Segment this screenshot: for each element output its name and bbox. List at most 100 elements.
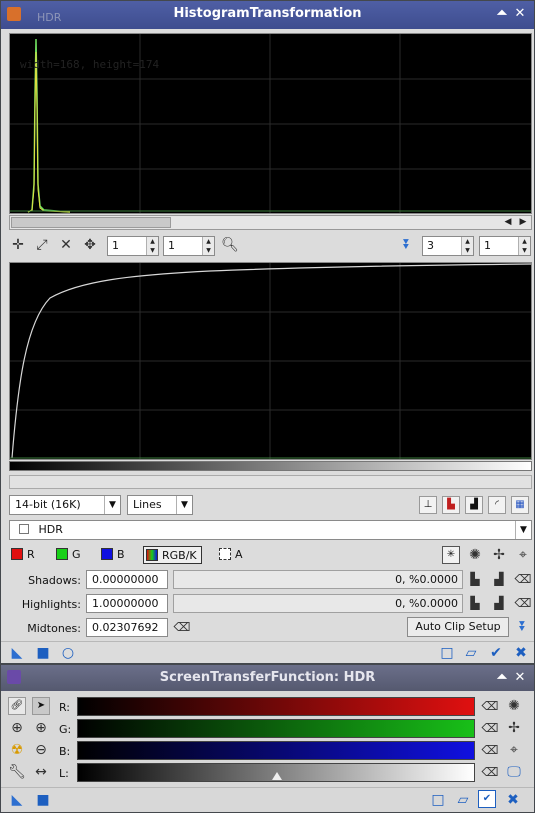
close-icon[interactable]: ✕ — [512, 6, 528, 22]
window-title: HistogramTransformation — [173, 6, 362, 21]
shade-icon[interactable]: ⏶ — [494, 6, 510, 22]
channel-r-toggle[interactable]: R — [11, 546, 35, 564]
b-target-icon[interactable]: ⌖ — [504, 740, 524, 760]
stf-titlebar[interactable]: ScreenTransferFunction: HDR ⏶ ✕ — [1, 665, 534, 691]
stf-reset-icon[interactable]: ✖ — [503, 790, 523, 810]
image-size-overlay: width=168, height=174 — [20, 58, 160, 71]
highlights-reset-icon[interactable]: ⌫ — [513, 593, 533, 613]
vertical-zoom-input[interactable]: 1 ▲ ▼ — [163, 236, 215, 256]
link-icon[interactable]: 🔗︎ — [8, 697, 26, 715]
fit-icon[interactable]: ⤢ — [32, 235, 52, 255]
input-histogram[interactable]: width=168, height=174 — [9, 33, 532, 214]
histogram-hscrollbar[interactable]: ◀ ▶ — [9, 215, 532, 230]
shadows-histogram-icon[interactable]: ▙ — [465, 569, 485, 589]
zoom-out-icon[interactable]: ⊖ — [31, 740, 51, 760]
magnifier-icon[interactable]: 🔍︎ — [220, 235, 240, 255]
scrollbar-thumb[interactable] — [11, 217, 171, 228]
g-reset-icon[interactable]: ⌫ — [480, 718, 500, 738]
channel-rgbk-toggle[interactable]: RGB/K — [143, 546, 202, 564]
b-stf-bar[interactable] — [77, 741, 475, 760]
apply-icon[interactable]: ✔ — [486, 643, 506, 663]
stf-browse-doc-icon[interactable]: □ — [428, 790, 448, 810]
view-select[interactable]: HDR ▼ — [9, 520, 532, 540]
midtones-marker-icon[interactable] — [272, 772, 282, 780]
asterisk-icon[interactable]: ✳ — [442, 546, 460, 564]
b-label: B: — [59, 745, 71, 758]
shadows-readout: 0, %0.0000 — [173, 570, 463, 589]
ht-titlebar[interactable]: HDR HistogramTransformation ⏶ ✕ — [1, 1, 534, 29]
apply-global-icon[interactable]: ■ — [33, 643, 53, 663]
target-icon[interactable]: ✢ — [489, 545, 509, 565]
stf-window-title: ScreenTransferFunction: HDR — [159, 670, 376, 685]
grid-icon[interactable]: ▦ — [511, 496, 529, 514]
rgb-histogram-icon[interactable]: ▙ — [442, 496, 460, 514]
r-target-icon[interactable]: ✺ — [504, 696, 524, 716]
stf-action-bar: ◣ ■ □ ▱ ✔ ✖ — [1, 787, 534, 811]
target-fill-icon[interactable]: ✺ — [465, 545, 485, 565]
output-horizontal-zoom-input[interactable]: 3 ▲ ▼ — [422, 236, 474, 256]
zoom-fit-icon[interactable]: ✕ — [56, 235, 76, 255]
browse-doc-icon[interactable]: □ — [437, 643, 457, 663]
auto-stretch-icon[interactable]: ☢ — [7, 740, 27, 760]
monitor-icon[interactable]: 🖵︎ — [504, 762, 524, 782]
l-stf-bar[interactable] — [77, 763, 475, 782]
wrench-icon[interactable]: 🔧︎ — [7, 762, 27, 782]
real-time-preview-icon[interactable]: ○ — [58, 643, 78, 663]
output-histogram[interactable] — [9, 262, 532, 460]
scroll-right-icon[interactable]: ▶ — [516, 216, 530, 229]
stf-new-instance-icon[interactable]: ◣ — [7, 790, 27, 810]
stf-apply-icon[interactable]: ✔ — [478, 790, 496, 808]
resolution-select[interactable]: 14-bit (16K) ▼ — [9, 495, 121, 515]
l-reset-icon[interactable]: ⌫ — [480, 762, 500, 782]
zoom-in-icon[interactable]: ⊕ — [7, 718, 27, 738]
stf-apply-global-icon[interactable]: ■ — [33, 790, 53, 810]
chevrons-down-icon[interactable]: ⏬︎ — [397, 235, 417, 255]
r-label: R: — [59, 701, 71, 714]
reject-icon[interactable]: ⊥ — [419, 496, 437, 514]
midtones-field[interactable]: 0.02307692 — [86, 618, 168, 637]
stf-shade-icon[interactable]: ⏶ — [494, 670, 510, 686]
pan-icon[interactable]: ✛ — [8, 235, 28, 255]
histogram-toolbar: ✛ ⤢ ✕ ✥ 1 ▲ ▼ 1 ▲ ▼ 🔍︎ ⏬︎ 3 ▲ ▼ 1 ▲ ▼ — [1, 235, 535, 259]
highlights-readout: 0, %0.0000 — [173, 594, 463, 613]
shadows-reset-icon[interactable]: ⌫ — [513, 569, 533, 589]
curve-icon[interactable]: ◜ — [488, 496, 506, 514]
highlights-histogram-icon[interactable]: ▙ — [465, 593, 485, 613]
crosshair-icon[interactable]: ⌖ — [513, 545, 533, 565]
g-stf-bar[interactable] — [77, 719, 475, 738]
horizontal-zoom-input[interactable]: 1 ▲ ▼ — [107, 236, 159, 256]
g-target-icon[interactable]: ✢ — [504, 718, 524, 738]
transfer-curve-plot — [10, 263, 532, 459]
stf-edit-instance-icon[interactable]: ▱ — [453, 790, 473, 810]
horizontal-arrows-icon[interactable]: ↔ — [31, 762, 51, 782]
stf-close-icon[interactable]: ✕ — [512, 670, 528, 686]
g-label: G: — [59, 723, 72, 736]
graph-style-select[interactable]: Lines ▼ — [127, 495, 193, 515]
new-instance-icon[interactable]: ◣ — [7, 643, 27, 663]
channel-b-toggle[interactable]: B — [101, 546, 125, 564]
move-icon[interactable]: ✥ — [80, 235, 100, 255]
highlights-field[interactable]: 1.00000000 — [86, 594, 168, 613]
reset-icon[interactable]: ✖ — [511, 643, 531, 663]
auto-clip-setup-button[interactable]: Auto Clip Setup — [407, 617, 509, 637]
channel-g-toggle[interactable]: G — [56, 546, 81, 564]
output-vertical-zoom-input[interactable]: 1 ▲ ▼ — [479, 236, 531, 256]
b-reset-icon[interactable]: ⌫ — [480, 740, 500, 760]
r-reset-icon[interactable]: ⌫ — [480, 696, 500, 716]
edit-instance-icon[interactable]: ▱ — [461, 643, 481, 663]
screen-transfer-function-window: ScreenTransferFunction: HDR ⏶ ✕ 🔗︎ ➤ ⊕ ⊕… — [0, 664, 535, 813]
expand-icon[interactable]: ⏬︎ — [513, 617, 533, 637]
scroll-left-icon[interactable]: ◀ — [501, 216, 515, 229]
midtones-reset-icon[interactable]: ⌫ — [172, 617, 192, 637]
zoom-in-alt-icon[interactable]: ⊕ — [31, 718, 51, 738]
image-icon — [19, 524, 29, 534]
output-histogram-icon[interactable]: ▟ — [465, 496, 483, 514]
clip-sliders[interactable] — [9, 475, 532, 489]
shadows-field[interactable]: 0.00000000 — [86, 570, 168, 589]
shadows-label: Shadows: — [28, 574, 81, 587]
channel-a-toggle[interactable]: A — [219, 546, 243, 564]
r-stf-bar[interactable] — [77, 697, 475, 716]
shadows-auto-icon[interactable]: ▟ — [489, 569, 509, 589]
pointer-icon[interactable]: ➤ — [32, 697, 50, 715]
highlights-auto-icon[interactable]: ▟ — [489, 593, 509, 613]
